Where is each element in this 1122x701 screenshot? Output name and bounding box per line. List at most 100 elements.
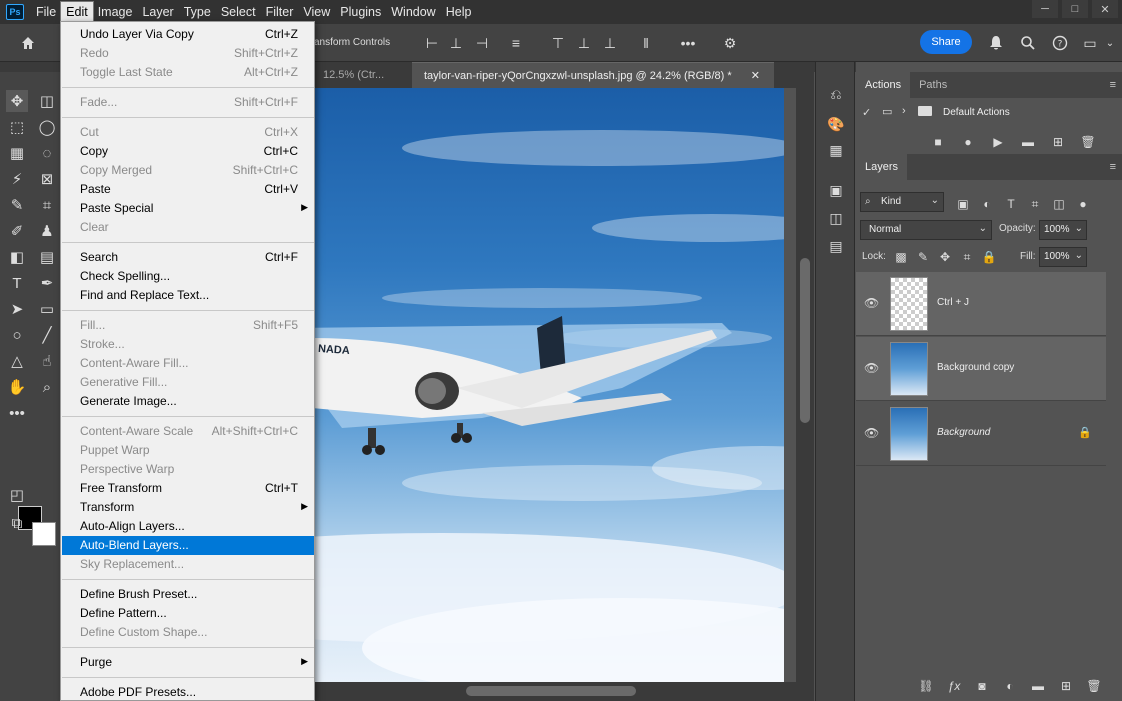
align-top-icon[interactable]: ⊤ xyxy=(548,33,568,53)
menu-item-check-spelling[interactable]: Check Spelling... xyxy=(62,267,314,286)
background-color-swatch[interactable] xyxy=(32,522,56,546)
close-icon[interactable]: ✕ xyxy=(751,63,760,89)
eraser-tool-icon[interactable]: ◧ xyxy=(6,246,28,268)
menu-image[interactable]: Image xyxy=(93,2,138,22)
menu-item-content-aware-scale[interactable]: Content-Aware Scale Alt+Shift+Ctrl+C xyxy=(62,422,314,441)
align-center-icon[interactable]: ⊥ xyxy=(446,33,466,53)
menu-item-fill[interactable]: Fill... Shift+F5 xyxy=(62,316,314,335)
menu-item-puppet-warp[interactable]: Puppet Warp xyxy=(62,441,314,460)
align-bottom-icon[interactable]: ⊥ xyxy=(600,33,620,53)
rectangle-tool-icon[interactable]: ▭ xyxy=(36,298,58,320)
triangle-tool-icon[interactable]: △ xyxy=(6,350,28,372)
search-icon[interactable] xyxy=(1018,33,1038,53)
stop-icon[interactable]: ■ xyxy=(926,132,950,152)
artboard-tool-icon[interactable]: ◫ xyxy=(36,90,58,112)
menu-item-define-pattern[interactable]: Define Pattern... xyxy=(62,604,314,623)
menu-item-generative-fill[interactable]: Generative Fill... xyxy=(62,373,314,392)
pixel-filter-icon[interactable]: ▣ xyxy=(954,194,972,214)
clone-stamp-icon[interactable]: ♟ xyxy=(36,220,58,242)
action-set-row[interactable]: ✓ ▭ › Default Actions xyxy=(856,100,1106,126)
eyedropper-icon[interactable]: ✎ xyxy=(6,194,28,216)
shape-filter-icon[interactable]: ⌗ xyxy=(1026,194,1044,214)
menu-item-transform[interactable]: Transform ▶ xyxy=(62,498,314,517)
distribute-icon[interactable]: ≡ xyxy=(506,33,526,53)
menu-item-copy[interactable]: Copy Ctrl+C xyxy=(62,142,314,161)
fill-input[interactable]: 100% ⌄ xyxy=(1039,247,1087,267)
brush-tool-icon[interactable]: ✐ xyxy=(6,220,28,242)
lock-artboard-icon[interactable]: ⌗ xyxy=(958,247,976,267)
menu-item-find-and-replace-text[interactable]: Find and Replace Text... xyxy=(62,286,314,305)
layer-row[interactable]: 👁 Ctrl + J xyxy=(856,272,1106,336)
tab-paths[interactable]: Paths xyxy=(910,72,956,98)
line-tool-icon[interactable]: ╱ xyxy=(36,324,58,346)
opacity-input[interactable]: 100% ⌄ xyxy=(1039,220,1087,240)
path-selection-icon[interactable]: ➤ xyxy=(6,298,28,320)
menu-window[interactable]: Window xyxy=(386,2,440,22)
zoom-tool-icon[interactable]: ⌕ xyxy=(36,376,58,398)
menu-item-define-brush-preset[interactable]: Define Brush Preset... xyxy=(62,585,314,604)
history-icon[interactable]: ⎌ xyxy=(826,84,846,104)
new-layer-icon[interactable]: ⊞ xyxy=(1054,676,1078,696)
menu-item-define-custom-shape[interactable]: Define Custom Shape... xyxy=(62,623,314,642)
menu-item-stroke[interactable]: Stroke... xyxy=(62,335,314,354)
workspace-icon[interactable]: ▭ xyxy=(1080,33,1100,53)
scroll-thumb[interactable] xyxy=(800,258,810,423)
menu-type[interactable]: Type xyxy=(179,2,216,22)
frame-tool-icon[interactable]: ⊠ xyxy=(36,168,58,190)
toggle-checkmark-icon[interactable]: ✓ xyxy=(862,106,871,119)
maximize-icon[interactable]: □ xyxy=(1062,0,1088,18)
gradient-tool-icon[interactable]: ▤ xyxy=(36,246,58,268)
quick-mask-icon[interactable]: ◰ xyxy=(6,484,28,506)
more-options-icon[interactable]: ••• xyxy=(678,33,698,53)
menu-item-toggle-last-state[interactable]: Toggle Last State Alt+Ctrl+Z xyxy=(62,63,314,82)
lock-all-icon[interactable]: 🔒 xyxy=(980,247,998,267)
fx-icon[interactable]: ƒx xyxy=(942,676,966,696)
new-action-icon[interactable]: ⊞ xyxy=(1046,132,1070,152)
magic-wand-icon[interactable]: ⚡ xyxy=(6,168,28,190)
properties-icon[interactable]: ◫ xyxy=(826,208,846,228)
pen-tool-icon[interactable]: ✒ xyxy=(36,272,58,294)
menu-filter[interactable]: Filter xyxy=(261,2,299,22)
align-left-icon[interactable]: ⊢ xyxy=(422,33,442,53)
menu-help[interactable]: Help xyxy=(441,2,477,22)
panel-menu-icon[interactable]: ≡ xyxy=(1110,79,1116,91)
link-layers-icon[interactable]: ⛓ xyxy=(914,676,938,696)
lock-position-icon[interactable]: ✥ xyxy=(936,247,954,267)
menu-view[interactable]: View xyxy=(298,2,335,22)
group-folder-icon[interactable]: ▬ xyxy=(1026,676,1050,696)
menu-item-copy-merged[interactable]: Copy Merged Shift+Ctrl+C xyxy=(62,161,314,180)
hand-tool-icon[interactable]: ✋ xyxy=(6,376,28,398)
swatches-grid-icon[interactable]: ▦ xyxy=(826,140,846,160)
marquee-tool-icon[interactable]: ⬚ xyxy=(6,116,28,138)
tab-layers[interactable]: Layers xyxy=(856,154,908,180)
vertical-scrollbar[interactable] xyxy=(796,88,814,682)
play-icon[interactable]: ▶ xyxy=(986,132,1010,152)
menu-item-generate-image[interactable]: Generate Image... xyxy=(62,392,314,411)
menu-layer[interactable]: Layer xyxy=(137,2,178,22)
ellipse-tool-icon[interactable]: ○ xyxy=(6,324,28,346)
menu-select[interactable]: Select xyxy=(216,2,261,22)
scroll-thumb[interactable] xyxy=(466,686,636,696)
lock-transparent-icon[interactable]: ▩ xyxy=(892,247,910,267)
adjustment-layer-icon[interactable]: ◐ xyxy=(998,676,1022,696)
type-filter-icon[interactable]: T xyxy=(1002,194,1020,214)
menu-item-clear[interactable]: Clear xyxy=(62,218,314,237)
edit-toolbar-icon[interactable]: ••• xyxy=(6,402,28,424)
layer-filter-select[interactable]: ⌕ Kind ⌄ xyxy=(860,192,944,212)
share-button[interactable]: Share xyxy=(920,30,972,54)
crop-tool-icon[interactable]: ⌗ xyxy=(36,194,58,216)
menu-item-search[interactable]: Search Ctrl+F xyxy=(62,248,314,267)
visibility-eye-icon[interactable]: 👁 xyxy=(864,296,879,310)
layer-row[interactable]: 👁 Background copy xyxy=(856,337,1106,401)
blend-mode-select[interactable]: Normal ⌄ xyxy=(860,220,992,240)
dialog-toggle-icon[interactable]: ▭ xyxy=(882,105,892,118)
workspace-dropdown-icon[interactable]: ⌄ xyxy=(1100,33,1120,53)
layer-row[interactable]: 👁 Background 🔒 xyxy=(856,402,1106,466)
menu-item-fade[interactable]: Fade... Shift+Ctrl+F xyxy=(62,93,314,112)
menu-item-undo-layer-via-copy[interactable]: Undo Layer Via Copy Ctrl+Z xyxy=(62,25,314,44)
visibility-eye-icon[interactable]: 👁 xyxy=(864,426,879,440)
align-middle-icon[interactable]: ⊥ xyxy=(574,33,594,53)
adjustment-filter-icon[interactable]: ◐ xyxy=(978,194,996,214)
menu-item-adobe-pdf-presets[interactable]: Adobe PDF Presets... xyxy=(62,683,314,701)
color-palette-icon[interactable]: 🎨 xyxy=(826,114,846,134)
